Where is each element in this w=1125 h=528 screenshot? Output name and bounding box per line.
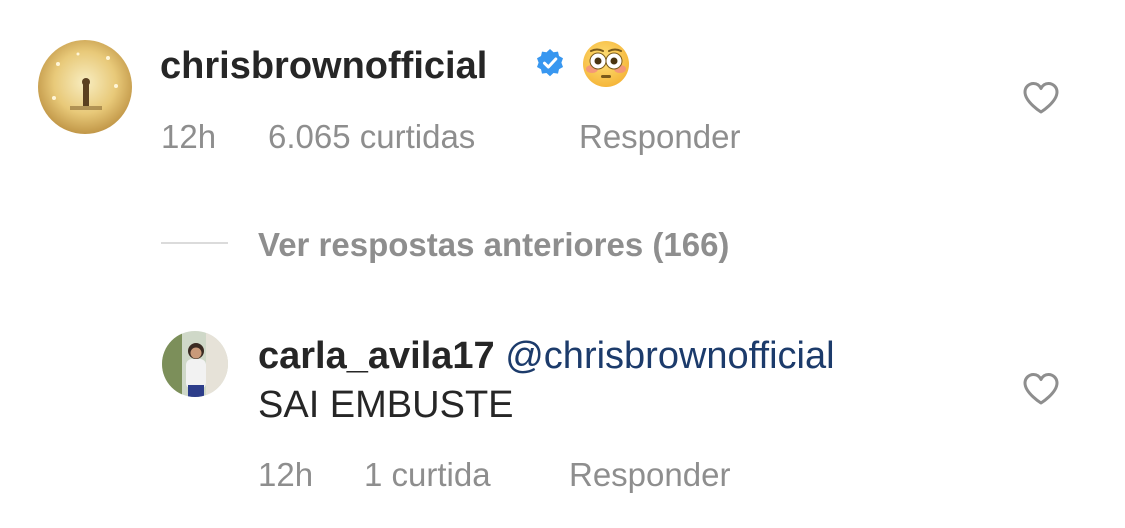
comment-likes[interactable]: 1 curtida (364, 458, 491, 491)
flushed-face-emoji (583, 41, 629, 87)
verified-badge-icon (537, 49, 563, 77)
reply-button[interactable]: Responder (579, 120, 740, 153)
heart-outline-icon[interactable] (1022, 81, 1060, 115)
comment-username[interactable]: carla_avila17 (258, 335, 495, 377)
reply-header: carla_avila17 @chrisbrownofficial (258, 337, 835, 375)
comment-text: SAI EMBUSTE (258, 384, 514, 426)
comment-timestamp: 12h (161, 118, 217, 155)
comment-likes[interactable]: 6.065 curtidas (268, 120, 475, 153)
avatar[interactable] (162, 331, 228, 397)
view-previous-replies-button[interactable]: Ver respostas anteriores (166) (258, 228, 729, 261)
reply-item: carla_avila17 @chrisbrownofficial SAI EM… (0, 300, 1125, 528)
replies-divider (161, 242, 228, 244)
avatar[interactable] (38, 40, 132, 134)
reply-button[interactable]: Responder (569, 458, 730, 491)
comment-timestamp: 12h (258, 456, 314, 493)
mention-link[interactable]: @chrisbrownofficial (505, 335, 834, 377)
comment-username[interactable]: chrisbrownofficial (160, 47, 487, 85)
heart-outline-icon[interactable] (1022, 372, 1060, 406)
comment-item: chrisbrownofficial 12h 6.065 curtidas Re… (0, 0, 1125, 200)
